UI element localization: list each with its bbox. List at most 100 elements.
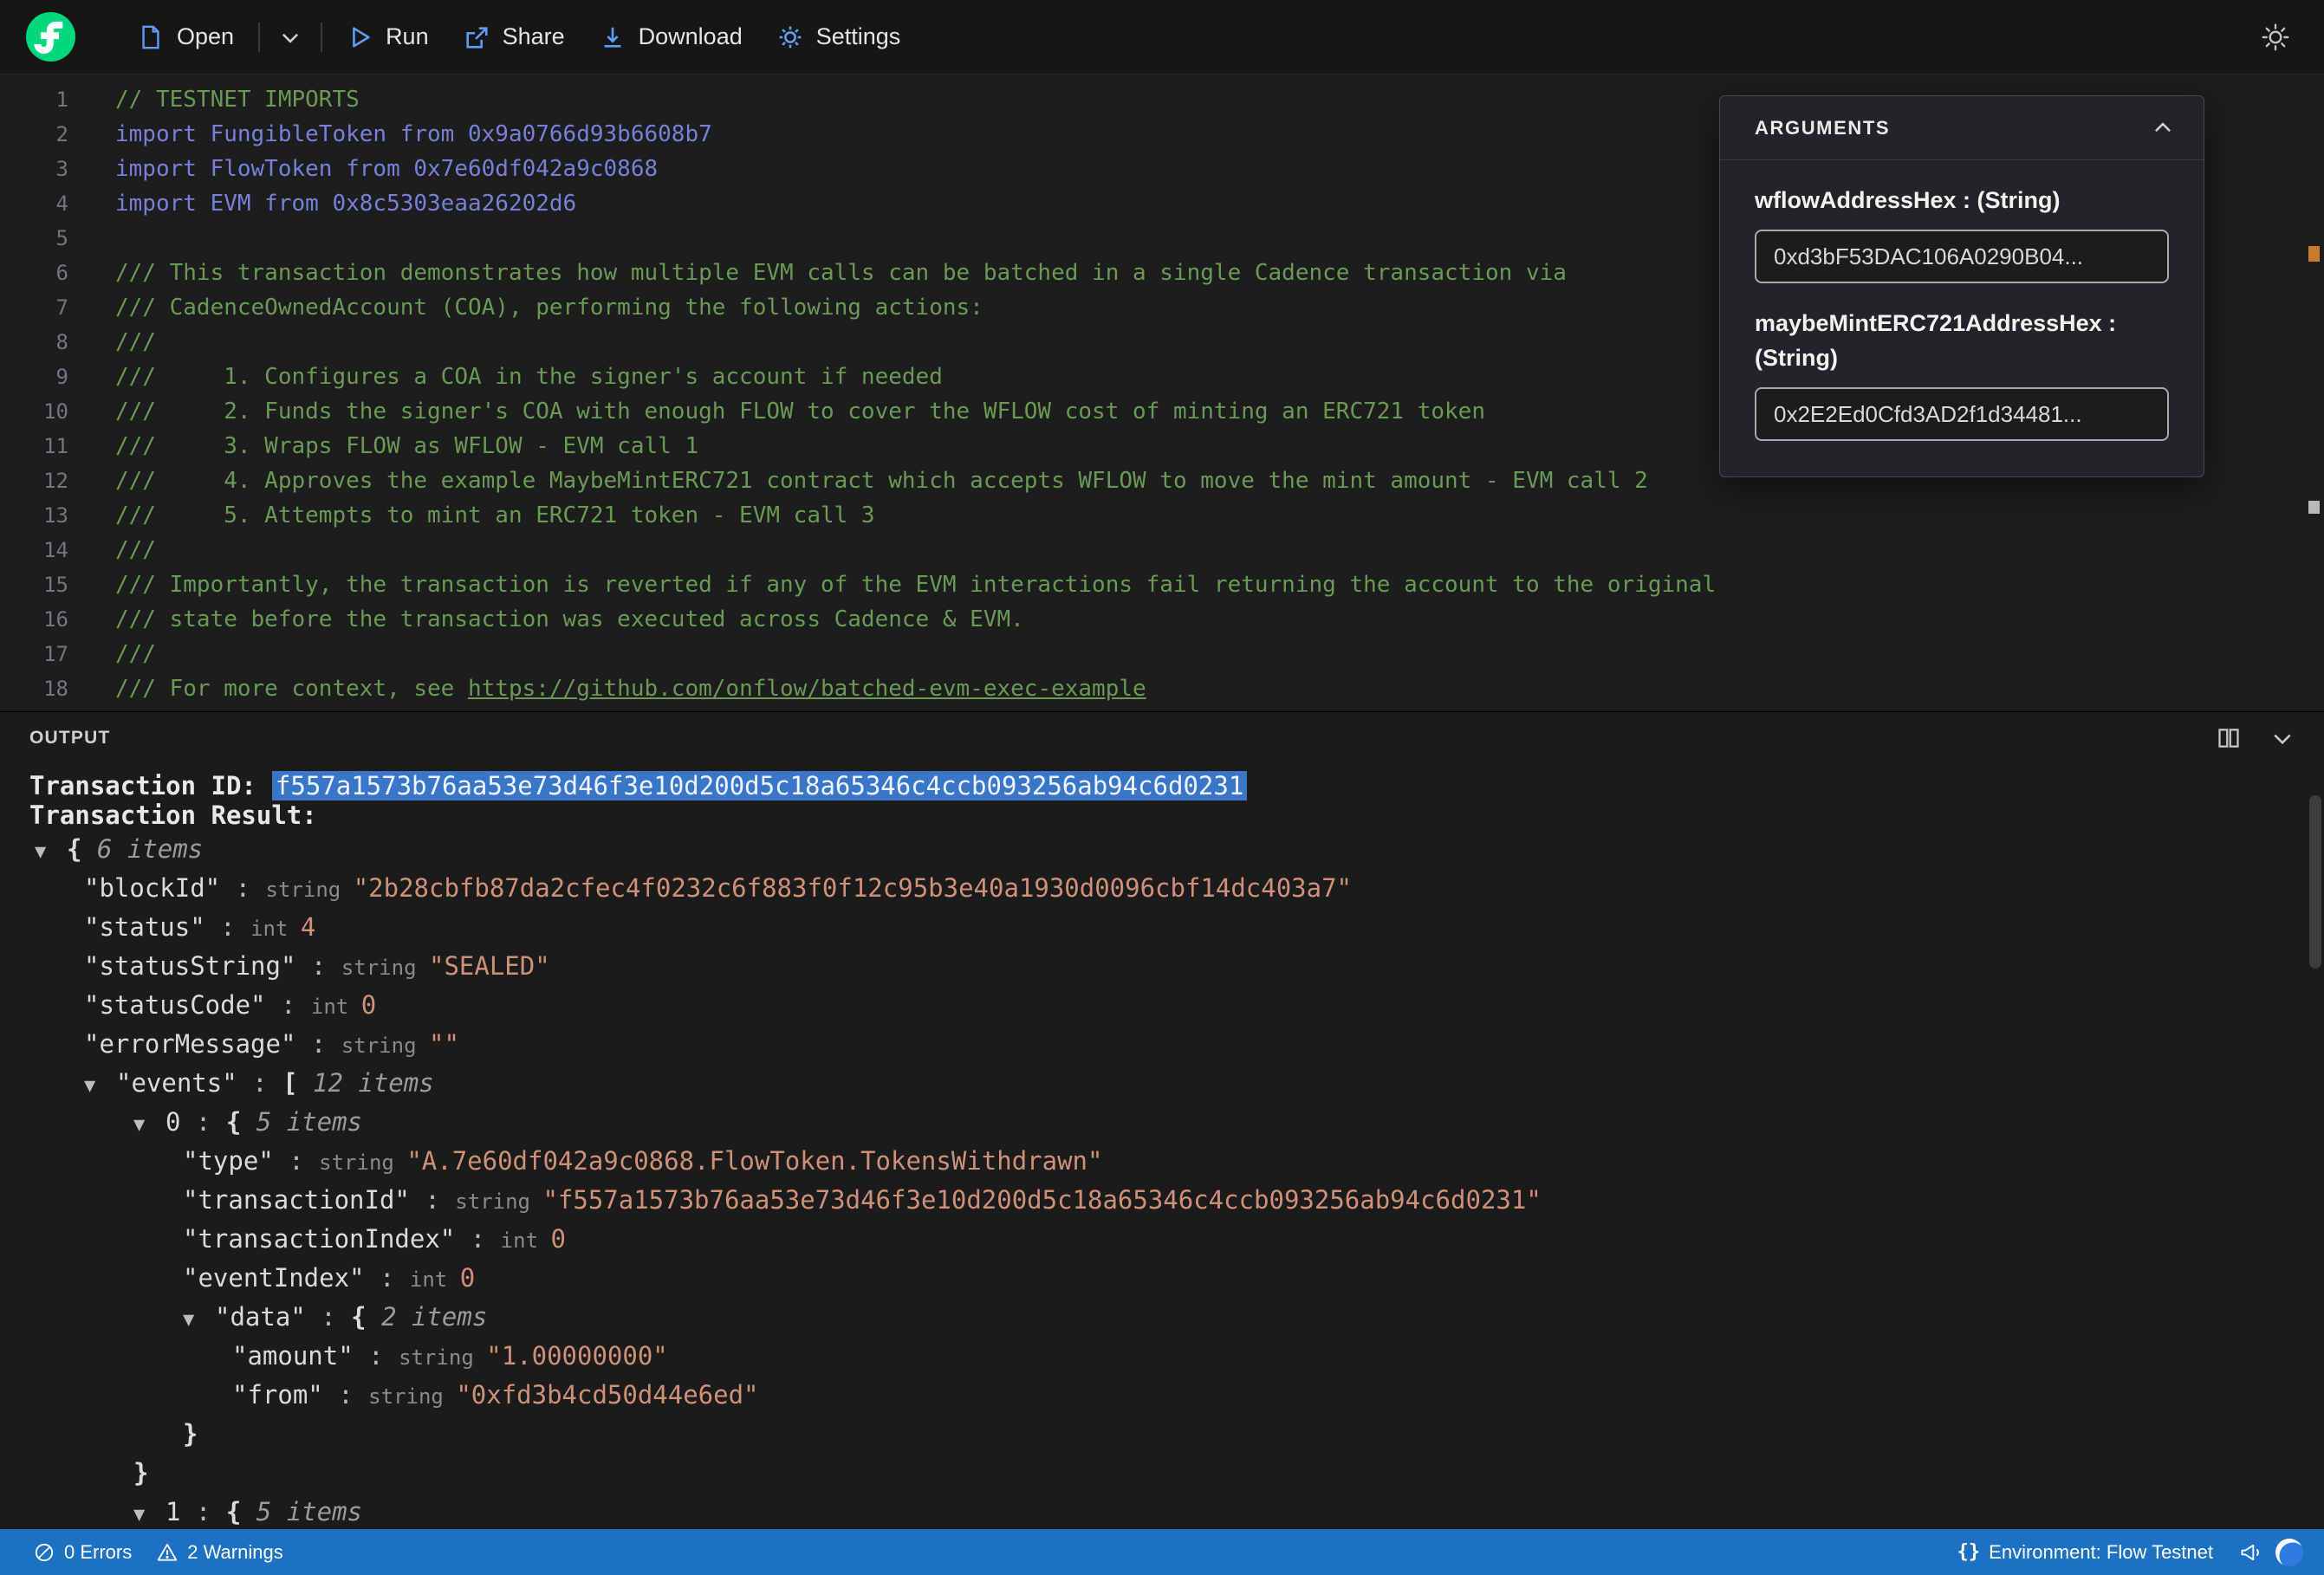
json-tree-row: ▼ 0 : { 5 items bbox=[0, 1103, 2324, 1142]
json-token: 5 items bbox=[256, 1107, 362, 1137]
assistant-badge-icon[interactable] bbox=[2275, 1538, 2303, 1566]
json-token: "2b28cbfb87da2cfec4f0232c6f883f0f12c95b3… bbox=[353, 873, 1353, 903]
code-line-content: // TESTNET IMPORTS bbox=[115, 82, 360, 117]
json-token: 2 items bbox=[381, 1302, 488, 1332]
json-token: 0 bbox=[166, 1107, 181, 1137]
code-line-content: /// bbox=[115, 533, 156, 567]
theme-toggle-sun-icon[interactable] bbox=[2253, 22, 2298, 53]
line-number: 10 bbox=[43, 399, 68, 424]
collapse-toggle-icon[interactable]: ▼ bbox=[183, 1300, 215, 1339]
collapse-panel-icon[interactable] bbox=[2152, 117, 2174, 139]
code-segment: /// This transaction demonstrates how mu… bbox=[115, 260, 1567, 286]
code-line: 18 /// For more context, see https://gith… bbox=[0, 671, 2324, 706]
editor-scrollbar-marker[interactable] bbox=[2308, 501, 2320, 514]
share-button[interactable]: Share bbox=[446, 11, 582, 63]
argument-input-maybemint[interactable]: 0x2E2Ed0Cfd3AD2f1d34481... bbox=[1755, 387, 2169, 441]
json-tree-row: "from" : string "0xfd3b4cd50d44e6ed" bbox=[0, 1376, 2324, 1415]
arguments-panel-title: ARGUMENTS bbox=[1755, 116, 1891, 139]
argument-label-wflow: wflowAddressHex : (String) bbox=[1755, 187, 2061, 213]
code-line-content: /// state before the transaction was exe… bbox=[115, 602, 1024, 637]
collapse-toggle-icon[interactable]: ▼ bbox=[35, 833, 67, 872]
line-number: 8 bbox=[55, 330, 68, 354]
collapse-output-icon[interactable] bbox=[2270, 726, 2295, 750]
code-segment: /// 5. Attempts to mint an ERC721 token … bbox=[115, 502, 875, 528]
json-token: : bbox=[305, 1302, 352, 1332]
download-button[interactable]: Download bbox=[582, 11, 760, 63]
json-token: "data" bbox=[215, 1302, 306, 1332]
json-token: "SEALED" bbox=[428, 951, 550, 981]
announcement-icon[interactable] bbox=[2239, 1540, 2263, 1565]
line-number: 6 bbox=[55, 261, 68, 285]
argument-value-maybemint: 0x2E2Ed0Cfd3AD2f1d34481... bbox=[1774, 400, 2082, 427]
transaction-id-line: Transaction ID: f557a1573b76aa53e73d46f3e… bbox=[0, 771, 2324, 800]
code-line-content: import EVM from 0x8c5303eaa26202d6 bbox=[115, 186, 576, 221]
code-segment: import FungibleToken from 0x9a0766d93b66… bbox=[115, 121, 712, 147]
code-segment: /// bbox=[115, 537, 156, 563]
code-link[interactable]: https://github.com/onflow/batched-evm-ex… bbox=[468, 676, 1146, 702]
json-tree-row: "statusString" : string "SEALED" bbox=[0, 947, 2324, 986]
transaction-id-value: f557a1573b76aa53e73d46f3e10d200d5c18a653… bbox=[271, 771, 1248, 800]
json-token: "transactionId" bbox=[183, 1185, 410, 1215]
argument-label-maybemint: maybeMintERC721AddressHex : (String) bbox=[1755, 310, 2117, 371]
share-icon bbox=[464, 24, 490, 50]
json-token: { bbox=[225, 1107, 256, 1137]
json-token: : bbox=[204, 912, 251, 942]
collapse-toggle-icon[interactable]: ▼ bbox=[84, 1066, 116, 1105]
run-button[interactable]: Run bbox=[329, 11, 446, 63]
line-number: 4 bbox=[55, 191, 68, 216]
json-token: "status" bbox=[84, 912, 205, 942]
json-token: 5 items bbox=[256, 1497, 362, 1526]
json-token: : bbox=[265, 990, 311, 1020]
warning-triangle-icon bbox=[156, 1541, 179, 1564]
json-tree-row: "errorMessage" : string "" bbox=[0, 1025, 2324, 1064]
collapse-toggle-icon[interactable]: ▼ bbox=[133, 1105, 166, 1144]
code-line-content: /// For more context, see https://github… bbox=[115, 671, 1146, 706]
output-scrollbar-thumb[interactable] bbox=[2309, 795, 2321, 969]
errors-indicator[interactable]: 0 Errors bbox=[21, 1529, 144, 1575]
warnings-indicator[interactable]: 2 Warnings bbox=[144, 1529, 295, 1575]
json-token: : bbox=[364, 1263, 410, 1293]
code-line-content: /// This transaction demonstrates how mu… bbox=[115, 256, 1567, 290]
download-label: Download bbox=[638, 23, 743, 49]
output-body: Transaction ID: f557a1573b76aa53e73d46f3e… bbox=[0, 764, 2324, 1532]
code-line: 15 /// Importantly, the transaction is re… bbox=[0, 567, 2324, 602]
open-dropdown-button[interactable] bbox=[267, 11, 314, 63]
open-button[interactable]: Open bbox=[120, 11, 251, 63]
json-token: : bbox=[353, 1341, 399, 1371]
code-line-content: /// 3. Wraps FLOW as WFLOW - EVM call 1 bbox=[115, 429, 698, 463]
json-tree-row: ▼ "events" : [ 12 items bbox=[0, 1064, 2324, 1103]
code-line: 14 /// bbox=[0, 533, 2324, 567]
json-token: : bbox=[180, 1107, 226, 1137]
line-number: 17 bbox=[43, 642, 68, 666]
environment-indicator[interactable]: {} Environment: Flow Testnet bbox=[1945, 1529, 2225, 1575]
toolbar-divider bbox=[258, 22, 261, 52]
json-tree-row: "amount" : string "1.00000000" bbox=[0, 1337, 2324, 1376]
argument-input-wflow[interactable]: 0xd3bF53DAC106A0290B04... bbox=[1755, 230, 2169, 283]
arguments-panel-header[interactable]: ARGUMENTS bbox=[1720, 96, 2204, 160]
json-token: "type" bbox=[183, 1146, 274, 1176]
flow-logo-icon[interactable] bbox=[26, 12, 75, 62]
toolbar-divider bbox=[321, 22, 323, 52]
json-tree-row: ▼{ 6 items bbox=[0, 830, 2324, 869]
line-number: 5 bbox=[55, 226, 68, 250]
json-tree-row: } bbox=[0, 1454, 2324, 1493]
json-tree-row: ▼ 1 : { 5 items bbox=[0, 1493, 2324, 1532]
json-token: "1.00000000" bbox=[486, 1341, 668, 1371]
code-line-content: import FungibleToken from 0x9a0766d93b66… bbox=[115, 117, 712, 152]
json-token: int bbox=[310, 995, 361, 1019]
settings-button[interactable]: Settings bbox=[760, 11, 919, 63]
json-tree-row: "statusCode" : int 0 bbox=[0, 986, 2324, 1025]
code-line-content: import FlowToken from 0x7e60df042a9c0868 bbox=[115, 152, 658, 186]
json-tree-row: "transactionId" : string "f557a1573b76aa… bbox=[0, 1181, 2324, 1220]
line-number: 14 bbox=[43, 538, 68, 562]
json-tree-row: "type" : string "A.7e60df042a9c0868.Flow… bbox=[0, 1142, 2324, 1181]
split-panel-icon[interactable] bbox=[2217, 726, 2241, 750]
line-number: 7 bbox=[55, 295, 68, 320]
json-token: int bbox=[500, 1228, 551, 1253]
line-number: 16 bbox=[43, 607, 68, 632]
json-token: 0 bbox=[459, 1263, 476, 1293]
json-tree-row: "eventIndex" : int 0 bbox=[0, 1259, 2324, 1298]
line-number: 12 bbox=[43, 469, 68, 493]
transaction-result-label: Transaction Result: bbox=[29, 800, 317, 830]
argument-value-wflow: 0xd3bF53DAC106A0290B04... bbox=[1774, 243, 2084, 269]
